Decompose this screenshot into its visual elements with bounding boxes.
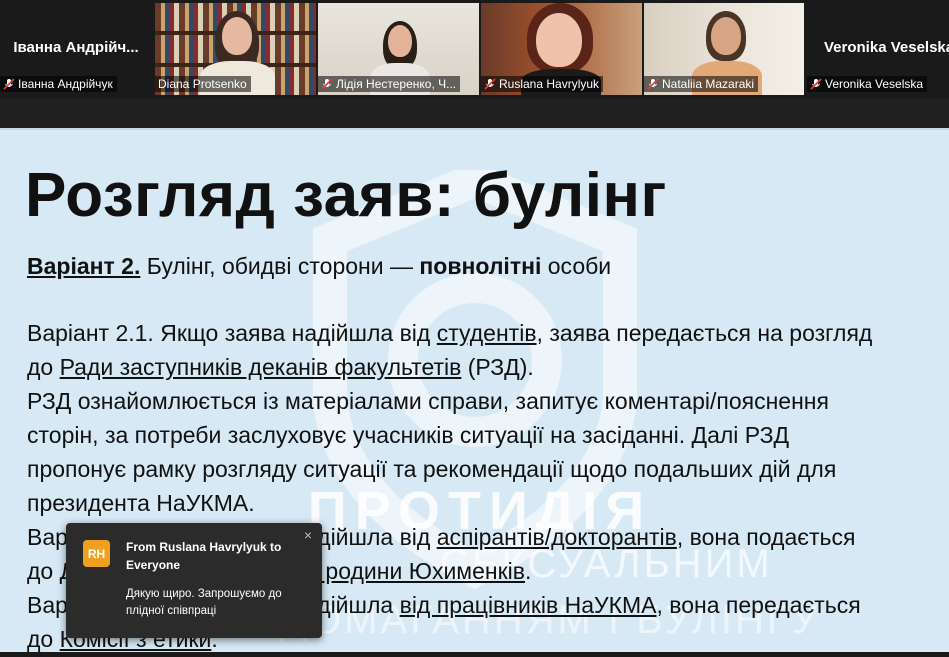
participant-name-tag: Veronika Veselska: [807, 76, 928, 92]
line-text: .: [525, 558, 532, 584]
slide-body-line: до Ради заступників деканів факультетів …: [27, 350, 945, 384]
slide-body-line: президента НаУКМА.: [27, 486, 945, 520]
person-face: [711, 17, 741, 55]
sender-avatar: RH: [83, 540, 110, 567]
line-text: президента НаУКМА.: [27, 490, 255, 516]
participant-tile[interactable]: Veronika Veselska Veronika Veselska: [807, 3, 949, 95]
line-text: Варіант 2.1. Якщо заява надійшла від: [27, 320, 437, 346]
variant-text: Булінг, обидві сторони —: [140, 253, 420, 279]
participant-strip: Іванна Андрійч... Іванна Андрійчук Diana…: [0, 0, 949, 98]
variant-heading: Варіант 2. Булінг, обидві сторони — повн…: [27, 253, 611, 280]
strip-divider: [0, 98, 949, 128]
underlined-term: аспірантів/докторантів: [436, 524, 677, 550]
participant-name: Nataliia Mazaraki: [662, 77, 755, 91]
chat-notification[interactable]: RH From Ruslana Havrylyuk to Everyone Дя…: [66, 523, 322, 638]
variant-label: Варіант 2.: [27, 253, 141, 279]
participant-name: Лідія Нестеренко, Ч...: [336, 77, 457, 91]
muted-mic-icon: [647, 78, 659, 90]
muted-mic-icon: [321, 78, 333, 90]
participant-name: Іванна Андрійчук: [18, 77, 113, 91]
participant-name: Diana Protsenko: [158, 77, 247, 91]
line-text: РЗД ознайомлюється із матеріалами справи…: [27, 388, 829, 414]
muted-mic-icon: [810, 78, 822, 90]
participant-tile[interactable]: Лідія Нестеренко, Ч...: [318, 3, 479, 95]
participant-display-name: Іванна Андрійч...: [13, 39, 139, 56]
chat-sender: From Ruslana Havrylyuk to Everyone: [126, 540, 282, 572]
participant-tile[interactable]: Іванна Андрійч... Іванна Андрійчук: [0, 3, 152, 95]
slide-title: Розгляд заяв: булінг: [25, 161, 667, 230]
person-face: [536, 13, 582, 67]
underlined-term: Ради заступників деканів факультетів: [59, 354, 462, 380]
participant-name-tag: Diana Protsenko: [155, 76, 251, 92]
close-icon[interactable]: ×: [300, 527, 316, 543]
slide-body-line: Варіант 2.1. Якщо заява надійшла від сту…: [27, 316, 945, 350]
line-text: , заява передається на розгляд: [536, 320, 873, 346]
line-text: до: [27, 558, 60, 584]
participant-tile[interactable]: Nataliia Mazaraki: [644, 3, 804, 95]
line-text: , вона передається: [656, 592, 861, 618]
line-text: , вона подається: [676, 524, 856, 550]
person-face: [222, 17, 252, 55]
variant-text: особи: [541, 253, 612, 279]
variant-bold: повнолітні: [419, 253, 542, 279]
participant-name-tag: Лідія Нестеренко, Ч...: [318, 76, 461, 92]
participant-name: Veronika Veselska: [825, 77, 924, 91]
slide-body-line: пропонує рамку розгляду ситуації та реко…: [27, 452, 945, 486]
underlined-term: студентів: [436, 320, 537, 346]
muted-mic-icon: [484, 78, 496, 90]
line-text: пропонує рамку розгляду ситуації та реко…: [27, 456, 837, 482]
participant-name: Ruslana Havrylyuk: [499, 77, 600, 91]
participant-tile[interactable]: Ruslana Havrylyuk: [481, 3, 642, 95]
line-text: (РЗД).: [461, 354, 534, 380]
person-face: [388, 25, 412, 57]
underlined-term: від працівників НаУКМА: [399, 592, 657, 618]
participant-tile[interactable]: Diana Protsenko: [155, 3, 316, 95]
participant-name-tag: Ruslana Havrylyuk: [481, 76, 604, 92]
chat-message: Дякую щиро. Запрошуємо до плідної співпр…: [126, 588, 282, 617]
participant-name-tag: Іванна Андрійчук: [0, 76, 117, 92]
line-text: сторін, за потреби заслуховує учасників …: [27, 422, 790, 448]
muted-mic-icon: [3, 78, 15, 90]
participant-name-tag: Nataliia Mazaraki: [644, 76, 759, 92]
slide-body-line: сторін, за потреби заслуховує учасників …: [27, 418, 945, 452]
slide-body-line: РЗД ознайомлюється із матеріалами справи…: [27, 384, 945, 418]
participant-display-name: Veronika Veselska: [824, 39, 949, 56]
line-text: до: [27, 626, 60, 652]
line-text: до: [27, 354, 60, 380]
bottom-bar: [0, 652, 949, 657]
